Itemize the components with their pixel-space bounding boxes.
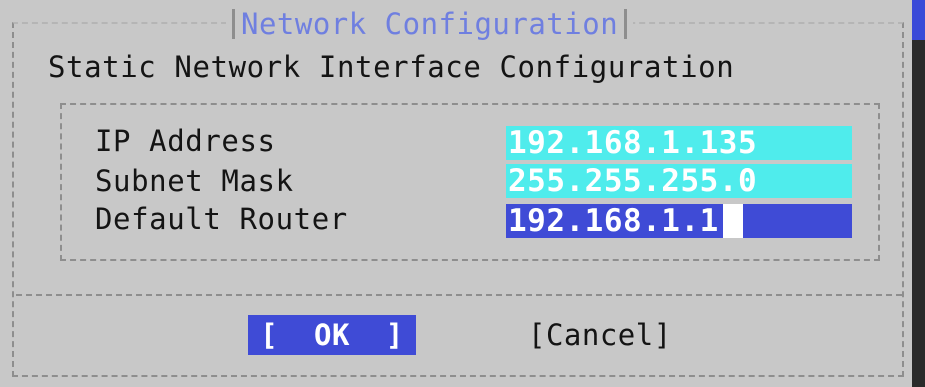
default-router-input[interactable]: 192.168.1.1 <box>506 204 852 238</box>
ip-address-value: 192.168.1.135 <box>508 125 758 161</box>
default-router-label: Default Router <box>95 202 348 236</box>
button-separator <box>16 294 902 296</box>
ip-address-label: IP Address <box>95 124 276 158</box>
dialog-title: Network Configuration <box>241 7 619 41</box>
dialog-shadow <box>912 40 925 387</box>
ip-address-input[interactable]: 192.168.1.135 <box>506 126 852 160</box>
ok-button[interactable]: [ OK ] <box>248 315 416 355</box>
network-configuration-dialog: Network Configuration Static Network Int… <box>0 0 912 387</box>
title-right-divider <box>624 9 628 39</box>
subnet-mask-input[interactable]: 255.255.255.0 <box>506 164 852 198</box>
default-router-value: 192.168.1.1 <box>508 203 719 239</box>
dialog-subtitle: Static Network Interface Configuration <box>48 50 735 84</box>
dialog-title-bar: Network Configuration <box>226 4 634 44</box>
subnet-mask-label: Subnet Mask <box>95 164 294 198</box>
subnet-mask-value: 255.255.255.0 <box>508 163 758 199</box>
cancel-button[interactable]: [Cancel] <box>528 315 672 355</box>
text-cursor <box>722 204 743 238</box>
